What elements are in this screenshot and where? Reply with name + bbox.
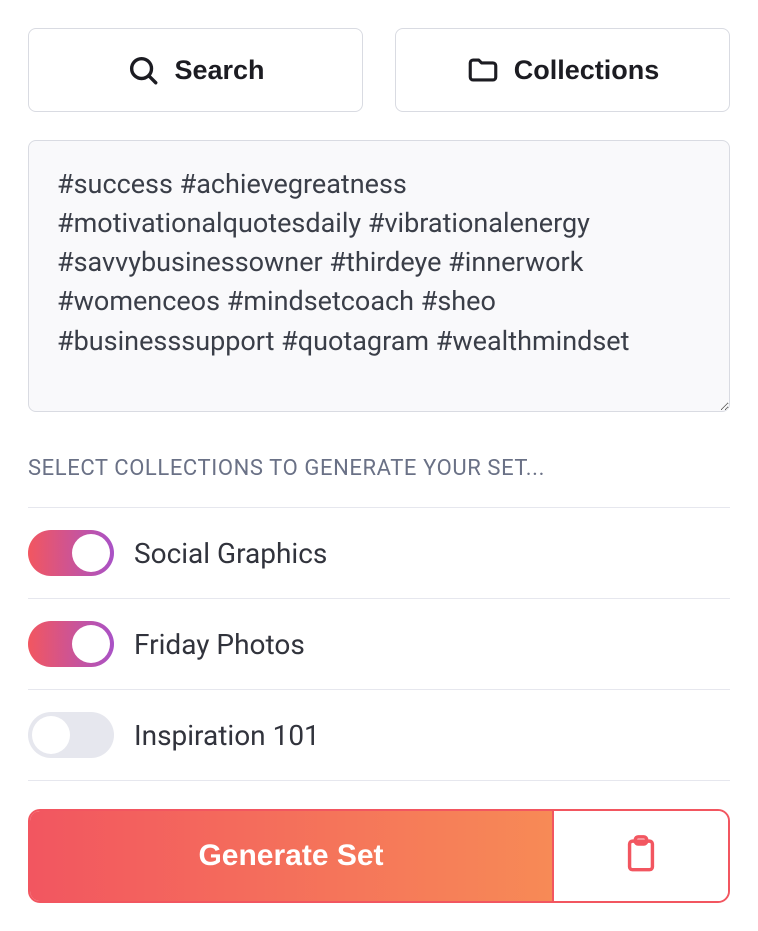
- clipboard-icon: [623, 834, 659, 878]
- folder-icon: [466, 53, 500, 87]
- collection-label: Friday Photos: [134, 628, 305, 661]
- section-label: SELECT COLLECTIONS TO GENERATE YOUR SET.…: [28, 456, 730, 481]
- copy-to-clipboard-button[interactable]: [552, 811, 728, 901]
- list-item: Social Graphics: [28, 507, 730, 598]
- action-bar: Generate Set: [28, 809, 730, 903]
- tab-row: Search Collections: [28, 28, 730, 112]
- collection-toggle[interactable]: [28, 712, 114, 758]
- search-tab[interactable]: Search: [28, 28, 363, 112]
- collection-toggle[interactable]: [28, 530, 114, 576]
- list-item: Friday Photos: [28, 598, 730, 689]
- collections-tab-label: Collections: [514, 57, 660, 84]
- search-icon: [126, 53, 160, 87]
- generate-set-button[interactable]: Generate Set: [30, 811, 552, 901]
- collection-toggle-list: Social Graphics Friday Photos Inspiratio…: [28, 507, 730, 781]
- search-tab-label: Search: [174, 57, 264, 84]
- collection-label: Social Graphics: [134, 537, 327, 570]
- collections-tab[interactable]: Collections: [395, 28, 730, 112]
- list-item: Inspiration 101: [28, 689, 730, 781]
- collection-toggle[interactable]: [28, 621, 114, 667]
- collection-label: Inspiration 101: [134, 719, 320, 752]
- hashtags-textarea[interactable]: [28, 140, 730, 412]
